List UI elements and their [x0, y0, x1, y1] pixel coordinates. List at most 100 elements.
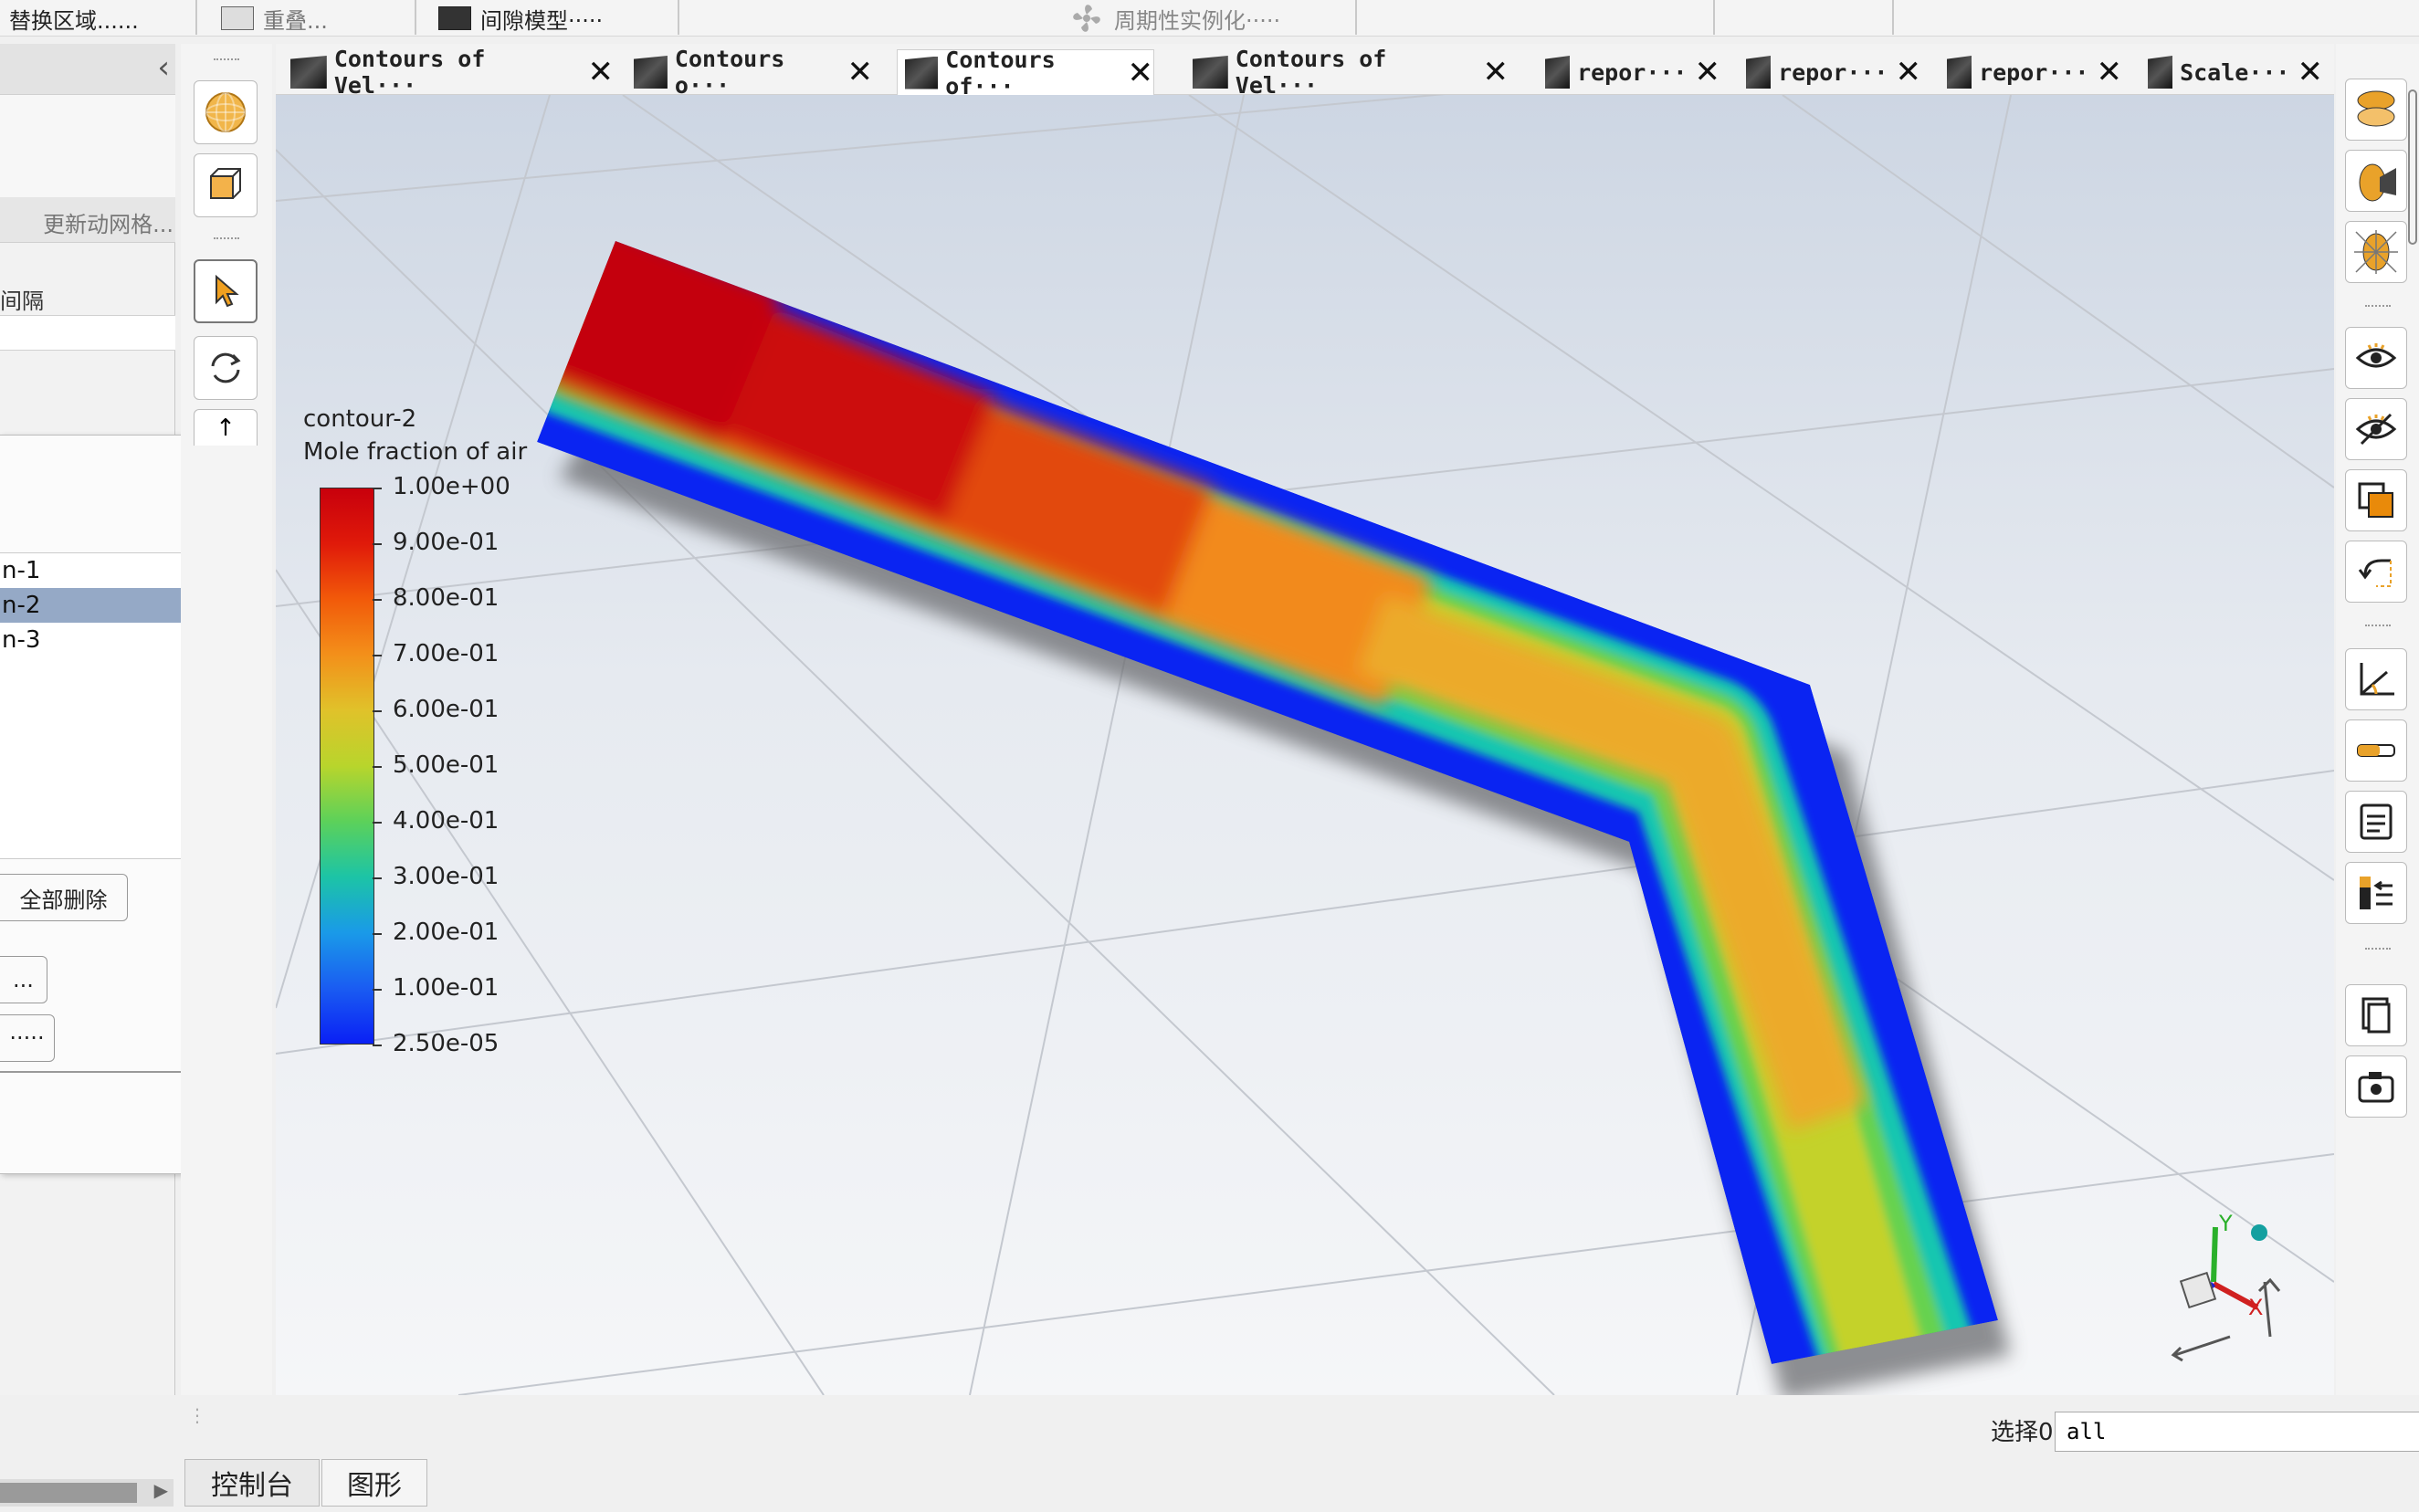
legend-tick-mark	[373, 933, 382, 935]
graphics-viewport[interactable]: contour-2 Mole fraction of air 1.00e+00 9…	[276, 95, 2334, 1395]
scrollbar-thumb[interactable]	[0, 1483, 137, 1503]
tab-scale[interactable]: Scale··· ✕	[2140, 49, 2323, 95]
fluent-window-icon	[1545, 56, 1571, 89]
annotate-tool[interactable]	[2345, 791, 2407, 853]
interval-input[interactable]	[0, 316, 175, 351]
legend-tick-label: 7.00e-01	[393, 640, 500, 667]
fluent-window-icon	[290, 56, 327, 89]
more-button-label: ·····	[9, 1025, 45, 1051]
close-tab-icon[interactable]: ✕	[847, 54, 874, 90]
legend-tick-mark	[373, 766, 382, 768]
toolbar-scrollbar[interactable]	[2408, 89, 2417, 245]
horizontal-scrollbar[interactable]: ▶	[0, 1479, 174, 1507]
top-toolbar: 替换区域...... 重叠... 间隙模型····· 周期性实例化·····	[0, 0, 2419, 37]
tab-label: repor···	[1979, 58, 2089, 86]
periodic-instancing-label: 周期性实例化·····	[1114, 7, 1281, 34]
fan-icon	[1073, 5, 1100, 32]
ruler-tool[interactable]	[2345, 719, 2407, 782]
tab-contours-velocity-1[interactable]: Contours of Vel··· ✕	[283, 46, 615, 99]
overlap-button[interactable]: 重叠...	[212, 0, 413, 37]
gap-model-button[interactable]: 间隙模型·····	[429, 0, 676, 37]
hide-tool[interactable]	[2345, 398, 2407, 460]
delete-all-button[interactable]: 全部删除	[0, 874, 128, 921]
rotate-tool[interactable]	[194, 336, 258, 400]
periodic-instancing-button[interactable]: 周期性实例化·····	[1059, 0, 1351, 37]
undo-arrow-icon	[2358, 559, 2392, 587]
mesh-sphere-tool[interactable]	[194, 80, 258, 144]
fluent-window-icon	[1947, 56, 1972, 89]
scroll-right-icon[interactable]: ▶	[154, 1479, 168, 1501]
select-pointer-tool[interactable]	[194, 259, 258, 323]
tab-label: Contours o···	[674, 46, 785, 99]
camera-icon	[2358, 1072, 2394, 1103]
tab-report-1[interactable]: repor··· ✕	[1538, 49, 1720, 95]
undo-view-tool[interactable]	[2345, 541, 2407, 603]
close-tab-icon[interactable]: ✕	[1128, 55, 1154, 91]
toolbar-divider	[1713, 0, 1715, 35]
close-tab-icon[interactable]: ✕	[1695, 54, 1721, 90]
selection-dropdown[interactable]: all ▾	[2055, 1412, 2419, 1452]
tab-graphics[interactable]: 图形	[321, 1459, 427, 1507]
tab-report-2[interactable]: repor··· ✕	[1739, 49, 1921, 95]
grip-handle[interactable]	[2365, 305, 2391, 310]
gap-model-label: 间隙模型·····	[480, 7, 604, 34]
close-tab-icon[interactable]: ✕	[2298, 54, 2324, 90]
tab-report-3[interactable]: repor··· ✕	[1940, 49, 2122, 95]
view-tool-column: ↑	[181, 44, 272, 1459]
colormap-tool[interactable]	[2345, 862, 2407, 924]
option-button[interactable]: ...	[0, 956, 47, 1003]
grip-handle[interactable]	[2365, 625, 2391, 630]
grip-handle[interactable]	[214, 58, 239, 64]
close-tab-icon[interactable]: ✕	[1896, 54, 1922, 90]
tab-contours-velocity-2[interactable]: Contours of Vel··· ✕	[1185, 46, 1509, 99]
legend-tick-mark	[373, 488, 382, 489]
close-tab-icon[interactable]: ✕	[1483, 54, 1509, 90]
grid-icon	[221, 6, 254, 30]
rotate-icon	[211, 352, 241, 383]
more-button[interactable]: ·····	[0, 1014, 55, 1062]
view-box-tool[interactable]	[194, 153, 258, 217]
overlap-squares-icon	[2358, 482, 2393, 518]
right-toolbar	[2336, 44, 2419, 1459]
mesh-display-tool[interactable]	[2345, 221, 2407, 283]
stacked-ellipses-icon	[2357, 90, 2395, 127]
grip-handle[interactable]	[214, 237, 239, 243]
pan-tool[interactable]: ↑	[194, 409, 258, 446]
globe-icon	[205, 92, 246, 132]
legend-tick-mark	[373, 1045, 382, 1046]
selection-label: 选择0	[1991, 1419, 2054, 1446]
cube-icon	[210, 168, 241, 199]
clip-plane-icon	[2359, 163, 2396, 202]
tab-label: repor···	[1577, 58, 1688, 86]
selection-value: all	[2067, 1419, 2107, 1444]
fluent-window-icon	[1193, 56, 1228, 89]
grip-handle[interactable]	[2365, 948, 2391, 953]
eye-hidden-icon	[2355, 413, 2397, 446]
legend-tick-mark	[373, 543, 382, 545]
option-button-label: ...	[13, 967, 34, 992]
legend-tick-label: 8.00e-01	[393, 584, 500, 612]
tab-contours-active[interactable]: Contours of··· ✕	[897, 47, 1154, 100]
gap-model-icon	[438, 6, 471, 30]
close-tab-icon[interactable]: ✕	[2097, 54, 2123, 90]
display-surfaces-tool[interactable]	[2345, 79, 2407, 141]
overlap-label: 重叠...	[263, 7, 328, 34]
fluent-window-icon	[905, 56, 939, 89]
tab-console[interactable]: 控制台	[184, 1459, 320, 1507]
clip-tool[interactable]	[2345, 150, 2407, 212]
show-tool[interactable]	[2345, 327, 2407, 389]
legend-tick-mark	[373, 822, 382, 824]
copy-view-tool[interactable]	[2345, 469, 2407, 531]
axes-tool[interactable]	[2345, 648, 2407, 710]
collapse-panel-icon[interactable]: ‹	[157, 49, 170, 86]
replace-zone-button[interactable]: 替换区域......	[0, 0, 192, 37]
splitter-grip-icon[interactable]: ⋮	[188, 1404, 206, 1426]
axes-triad[interactable]: Y X	[2157, 1200, 2285, 1364]
update-dynamic-mesh-button[interactable]: 更新动网格...	[0, 197, 175, 243]
graphics-tab-bar: Contours of Vel··· ✕ Contours o··· ✕ Con…	[276, 44, 2334, 100]
tab-contours-2[interactable]: Contours o··· ✕	[626, 46, 874, 99]
copy-tool[interactable]	[2345, 984, 2407, 1046]
close-tab-icon[interactable]: ✕	[588, 54, 615, 90]
axes-angle-icon	[2360, 663, 2394, 696]
screenshot-tool[interactable]	[2345, 1055, 2407, 1118]
